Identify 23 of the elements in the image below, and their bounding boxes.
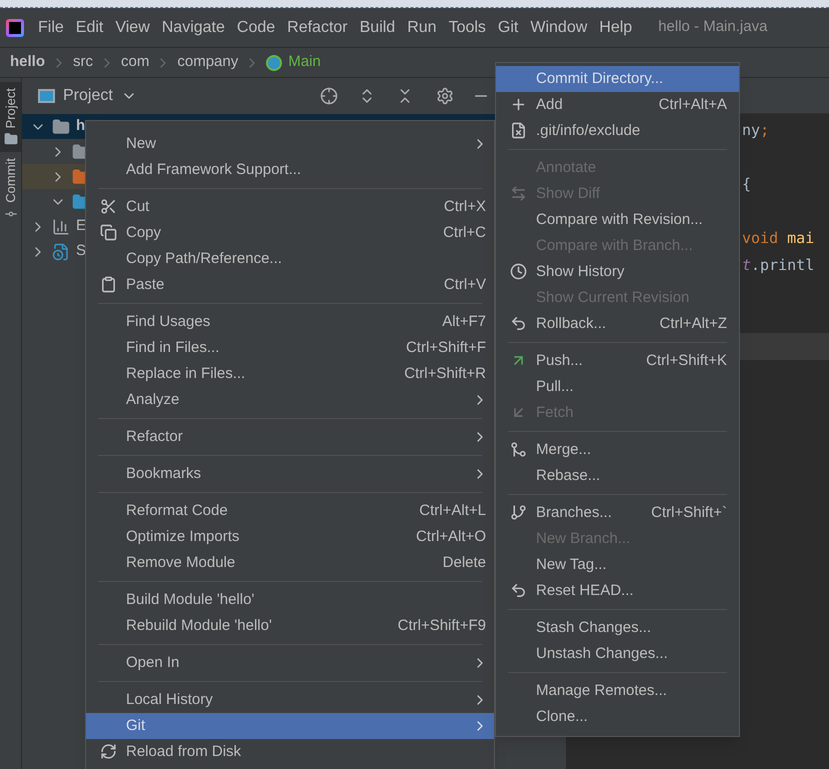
tree-label: E (76, 216, 86, 236)
shortcut-text: Alt+F7 (442, 312, 486, 332)
shortcut-text: Ctrl+V (444, 274, 486, 295)
shortcut-text: Ctrl+Alt+A (658, 94, 727, 115)
shortcut-text: Ctrl+Shift+F9 (398, 616, 486, 636)
shortcut-text: Ctrl+C (443, 222, 486, 243)
window-title: hello - Main.java (658, 17, 768, 38)
code-line: ny; (742, 120, 770, 142)
shortcut-text: Ctrl+Alt+Z (659, 314, 727, 334)
panel-title: Project (63, 86, 113, 106)
code-line: void mai (742, 228, 814, 250)
tree-label: h (76, 116, 86, 136)
shortcut-text: Ctrl+Alt+L (419, 500, 486, 521)
code-line: { (742, 174, 752, 196)
shortcut-text: Delete (442, 552, 486, 573)
shortcut-text: Ctrl+Shift+K (646, 350, 727, 371)
shortcut-text: Ctrl+Shift+` (651, 502, 727, 523)
shortcut-text: Ctrl+Alt+O (416, 526, 486, 547)
code-line: t.printl (742, 255, 814, 276)
shortcut-text: Ctrl+Shift+F (406, 338, 486, 358)
shortcut-text: Ctrl+X (444, 196, 486, 217)
tree-label: S (76, 241, 86, 262)
shortcut-text: Ctrl+Shift+R (404, 364, 486, 384)
